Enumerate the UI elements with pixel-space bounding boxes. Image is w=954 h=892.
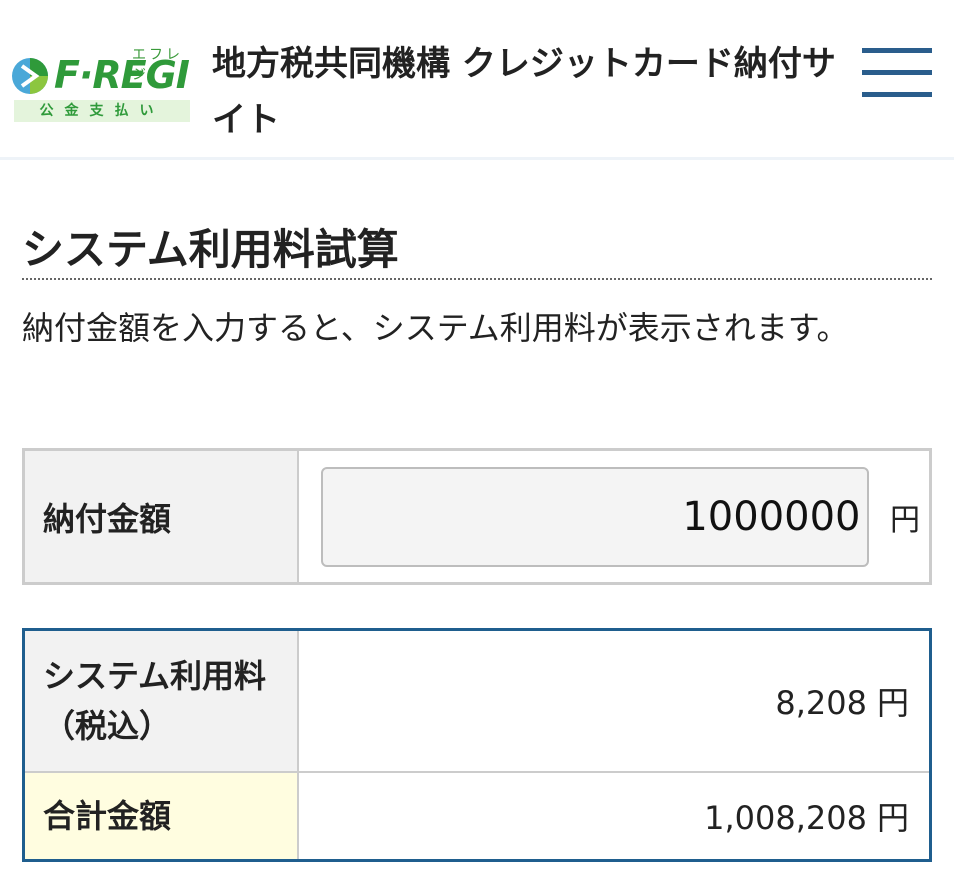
logo-subtitle: 公金支払い bbox=[14, 100, 190, 122]
amount-form-table: 納付金額 円 bbox=[22, 448, 932, 585]
logo-wordmark: F·REGI bbox=[54, 53, 190, 97]
total-amount-value: 1,008,208 bbox=[704, 798, 867, 837]
fregi-logo-mark-icon bbox=[12, 58, 48, 94]
system-fee-value-cell: 8,208 円 bbox=[296, 629, 931, 772]
system-fee-unit: 円 bbox=[876, 684, 909, 722]
total-amount-label: 合計金額 bbox=[23, 771, 298, 860]
system-fee-label: システム利用料（税込） bbox=[23, 629, 298, 772]
page-title: システム利用料試算 bbox=[22, 220, 932, 280]
system-fee-value: 8,208 bbox=[775, 684, 867, 722]
description-text: 納付金額を入力すると、システム利用料が表示されます。 bbox=[22, 309, 849, 347]
fee-result-table: システム利用料（税込） 8,208 円 合計金額 1,008,208 円 bbox=[22, 628, 932, 862]
total-amount-value-cell: 1,008,208 円 bbox=[296, 771, 931, 860]
amount-input-cell: 円 bbox=[296, 448, 932, 585]
fee-row: システム利用料（税込） 8,208 円 bbox=[23, 629, 931, 772]
amount-label: 納付金額 bbox=[22, 448, 299, 585]
amount-row: 納付金額 円 bbox=[22, 448, 932, 585]
payment-amount-input[interactable] bbox=[320, 466, 869, 567]
total-row: 合計金額 1,008,208 円 bbox=[23, 771, 931, 860]
menu-bar bbox=[862, 70, 932, 75]
fregi-logo[interactable]: エフレジ F·REGI 公金支払い bbox=[10, 44, 192, 126]
menu-bar bbox=[862, 48, 932, 53]
total-amount-unit: 円 bbox=[876, 798, 909, 837]
site-title[interactable]: 地方税共同機構 クレジットカード納付サイト bbox=[212, 36, 842, 148]
menu-bar bbox=[862, 92, 932, 97]
site-header: エフレジ F·REGI 公金支払い 地方税共同機構 クレジットカード納付サイト bbox=[0, 0, 954, 160]
amount-unit: 円 bbox=[890, 502, 921, 538]
hamburger-menu-icon[interactable] bbox=[862, 46, 932, 102]
